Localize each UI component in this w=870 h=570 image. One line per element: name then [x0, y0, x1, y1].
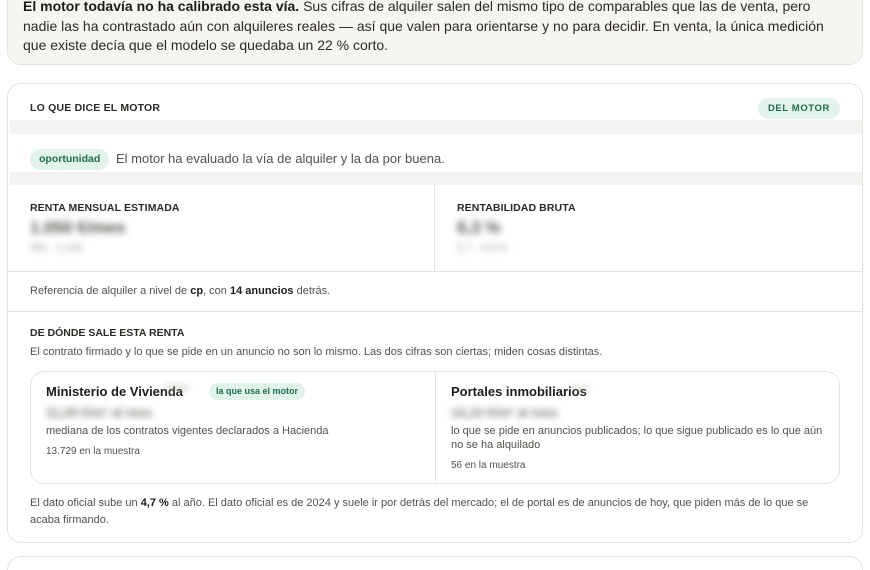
source-ministerio: Ministerio de Vivienda 2024 la que usa e… [31, 372, 436, 483]
source-value: 11,20 €/m² al mes [46, 405, 153, 420]
metric-value: 1.050 €/mes [30, 218, 126, 237]
next-card [7, 556, 863, 570]
source-year: 2024 [164, 383, 189, 395]
reference-row: Referencia de alquiler a nivel de cp, co… [8, 272, 862, 312]
note-growth: 4,7 % [140, 497, 169, 509]
reference-prefix: Referencia de alquiler a nivel de [30, 285, 191, 297]
verdict-row: oportunidad El motor ha evaluado la vía … [8, 134, 862, 172]
note-prefix: El dato oficial sube un [30, 497, 141, 509]
verdict-badge: oportunidad [30, 149, 110, 170]
notice-lead: El motor todavía no ha calibrado esta ví… [23, 0, 300, 14]
verdict-text: El motor ha evaluado la vía de alquiler … [116, 151, 445, 166]
source-sample-count: 13.729 en la muestra [46, 446, 140, 457]
reference-suffix: detrás. [293, 285, 331, 297]
engine-summary-card: LO QUE DICE EL MOTOR DEL MOTOR oportunid… [7, 83, 863, 543]
metric-gross-yield: RENTABILIDAD BRUTA 6,3 % 5,7 – 6,9 % [435, 185, 862, 271]
reference-count: 14 anuncios [229, 285, 294, 297]
source-sample-count: 56 en la muestra [451, 460, 526, 471]
card-header: LO QUE DICE EL MOTOR DEL MOTOR [8, 84, 862, 120]
card-title: LO QUE DICE EL MOTOR [30, 102, 161, 114]
sources-comparison: Ministerio de Vivienda 2024 la que usa e… [30, 371, 840, 484]
source-name: Portales inmobiliarios [451, 384, 587, 399]
metric-value: 6,3 % [457, 218, 501, 237]
source-description: lo que se pide en anuncios publicados; l… [451, 425, 823, 451]
metric-label: RENTA MENSUAL ESTIMADA [30, 202, 180, 214]
source-date: hoy [571, 383, 589, 395]
divider-band [10, 120, 862, 134]
source-name: Ministerio de Vivienda [46, 384, 184, 399]
metric-label: RENTABILIDAD BRUTA [457, 202, 576, 214]
metric-range: 5,7 – 6,9 % [457, 243, 508, 254]
metric-monthly-rent: RENTA MENSUAL ESTIMADA 1.050 €/mes 950 –… [8, 185, 435, 271]
engine-uses-badge: la que usa el motor [209, 383, 306, 400]
calibration-notice: El motor todavía no ha calibrado esta ví… [7, 0, 863, 65]
metrics-grid: RENTA MENSUAL ESTIMADA 1.050 €/mes 950 –… [8, 185, 862, 272]
reference-middle: , con [203, 285, 230, 297]
sources-description: El contrato firmado y lo que se pide en … [30, 346, 603, 358]
divider-band [10, 172, 862, 185]
reference-text: Referencia de alquiler a nivel de cp, co… [30, 285, 330, 297]
source-badge: DEL MOTOR [757, 98, 840, 119]
reference-level: cp [190, 285, 204, 297]
source-value: 14,10 €/m² al mes [451, 405, 558, 420]
source-portales: Portales inmobiliarios hoy 14,10 €/m² al… [436, 372, 839, 483]
source-description: mediana de los contratos vigentes declar… [46, 425, 329, 437]
sources-title: DE DÓNDE SALE ESTA RENTA [30, 327, 185, 339]
metric-range: 950 – 1.150 [30, 243, 83, 254]
official-data-note: El dato oficial sube un 4,7 % al año. El… [30, 495, 838, 528]
